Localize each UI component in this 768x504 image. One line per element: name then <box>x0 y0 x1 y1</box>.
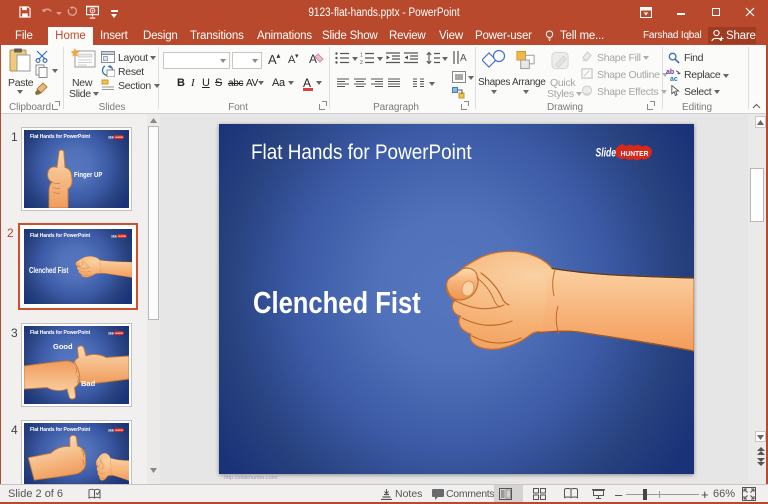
svg-text:ab: ab <box>666 69 674 76</box>
svg-text:2: 2 <box>360 60 363 64</box>
svg-text:ac: ac <box>670 76 678 81</box>
svg-text:1: 1 <box>360 53 363 59</box>
svg-text:A: A <box>309 52 317 66</box>
svg-text:A: A <box>460 53 467 64</box>
